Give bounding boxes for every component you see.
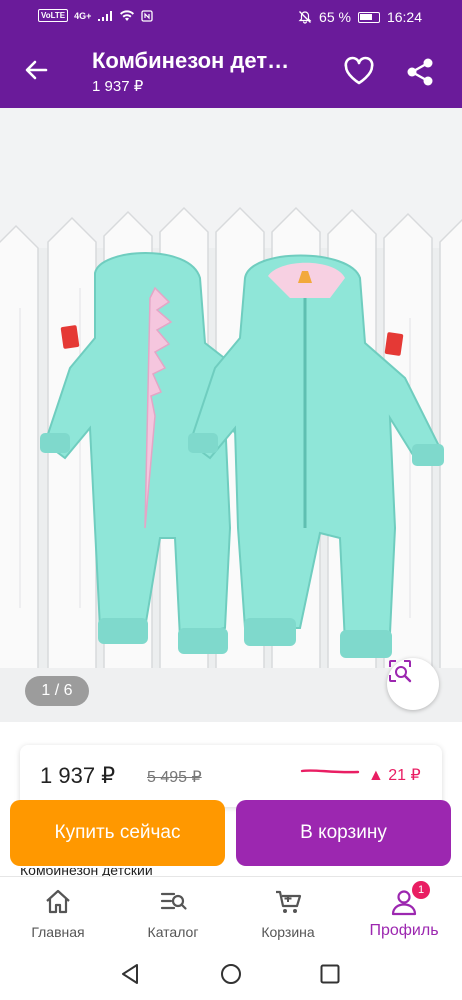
- profile-badge: 1: [412, 881, 430, 899]
- nav-home-label: Главная: [31, 924, 85, 940]
- system-home-icon[interactable]: [219, 962, 243, 986]
- wifi-icon: [120, 9, 135, 21]
- gallery-counter: 1 / 6: [25, 676, 89, 706]
- header-price: 1 937 ₽: [92, 78, 144, 95]
- system-nav-bar: [0, 946, 462, 1000]
- mute-icon: [298, 11, 312, 24]
- home-icon: [46, 889, 70, 914]
- product-photo: [0, 108, 462, 722]
- nav-cart-label: Корзина: [261, 924, 315, 940]
- heart-icon[interactable]: [343, 56, 375, 86]
- clock: 16:24: [386, 9, 422, 25]
- nav-catalog[interactable]: Каталог: [123, 877, 223, 947]
- page-title: Комбинезон дет…: [92, 48, 290, 73]
- nav-profile-label: Профиль: [369, 922, 439, 939]
- old-price: 5 495 ₽: [147, 769, 202, 786]
- price-card: 1 937 ₽ 5 495 ₽ ▲ 21 ₽: [20, 745, 442, 807]
- app-bar: Комбинезон дет… 1 937 ₽: [0, 36, 462, 108]
- nav-cart[interactable]: Корзина: [238, 877, 338, 947]
- nav-home[interactable]: Главная: [8, 877, 108, 947]
- nav-catalog-label: Каталог: [147, 924, 199, 940]
- bottom-nav: Главная Каталог Корзина 1 Профиль: [0, 876, 462, 946]
- back-arrow-icon[interactable]: [20, 54, 52, 86]
- title-block: Комбинезон дет… 1 937 ₽: [92, 48, 322, 95]
- battery-icon: [357, 11, 380, 23]
- visual-search-button[interactable]: [387, 658, 439, 710]
- price-change: ▲ 21 ₽: [368, 767, 421, 784]
- visual-search-icon: [389, 660, 412, 683]
- nav-profile[interactable]: 1 Профиль: [354, 877, 454, 947]
- signal-icon: [98, 10, 113, 21]
- system-recents-icon[interactable]: [318, 962, 342, 986]
- product-image[interactable]: 1 / 6: [0, 108, 462, 722]
- catalog-search-icon: [160, 892, 187, 910]
- cart-icon: [276, 890, 302, 913]
- status-bar: VoLTE 4G+ 65 % 16:24: [0, 0, 462, 36]
- buy-now-button[interactable]: Купить сейчас: [10, 800, 225, 866]
- current-price: 1 937 ₽: [40, 763, 116, 788]
- system-back-icon[interactable]: [118, 962, 142, 986]
- battery-percent: 65 %: [319, 9, 351, 25]
- nfc-icon: [141, 9, 154, 22]
- add-to-cart-button[interactable]: В корзину: [236, 800, 451, 866]
- share-icon[interactable]: [404, 56, 436, 88]
- network-type: 4G+: [74, 10, 92, 21]
- price-history-sparkline[interactable]: [300, 765, 360, 777]
- volte-icon: VoLTE: [38, 9, 69, 22]
